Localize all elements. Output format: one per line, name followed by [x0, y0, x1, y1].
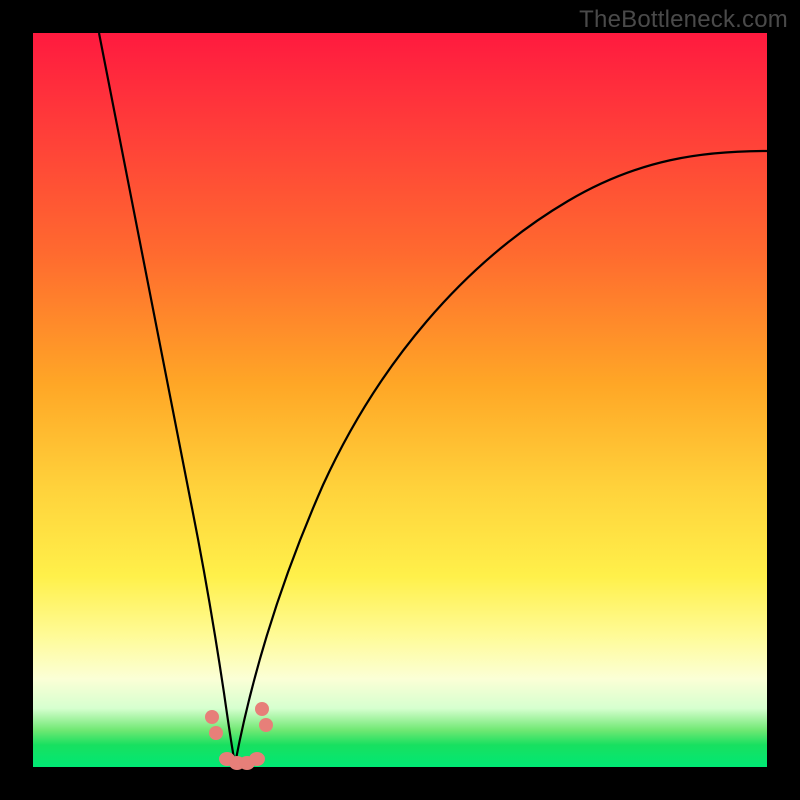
marker-right-2	[259, 718, 273, 732]
marker-left-2	[209, 726, 223, 740]
chart-frame: TheBottleneck.com	[0, 0, 800, 800]
marker-left-1	[205, 710, 219, 724]
bottleneck-curve-right	[235, 151, 767, 764]
marker-floor-4	[249, 752, 265, 766]
curve-layer	[33, 33, 767, 767]
watermark-text: TheBottleneck.com	[579, 6, 788, 34]
marker-right-1	[255, 702, 269, 716]
plot-area	[33, 33, 767, 767]
bottleneck-curve-left	[99, 33, 235, 764]
